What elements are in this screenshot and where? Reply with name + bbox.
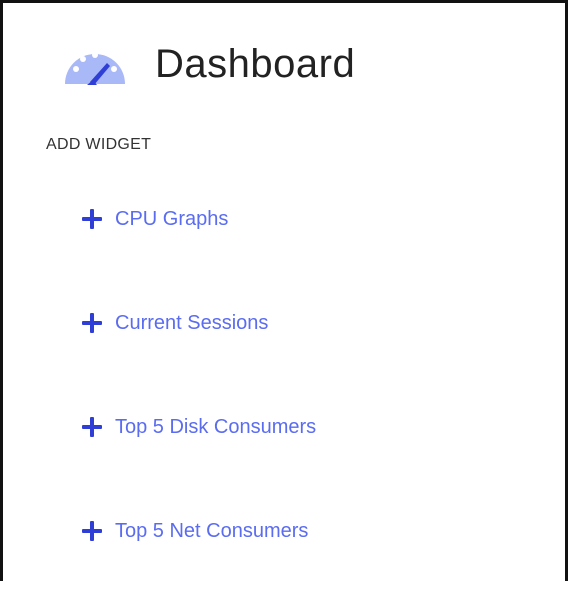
widget-item-label[interactable]: Current Sessions [115, 312, 268, 335]
add-widget-heading: ADD WIDGET [46, 136, 152, 153]
plus-icon [81, 312, 103, 334]
page-title: Dashboard [155, 41, 356, 86]
add-widget-cpu-graphs[interactable]: CPU Graphs [81, 199, 316, 239]
add-widget-top-5-disk-consumers[interactable]: Top 5 Disk Consumers [81, 407, 316, 447]
widget-item-label[interactable]: CPU Graphs [115, 208, 228, 231]
add-widget-top-5-net-consumers[interactable]: Top 5 Net Consumers [81, 511, 316, 551]
widget-item-label[interactable]: Top 5 Net Consumers [115, 520, 308, 543]
dashboard-panel: Dashboard ADD WIDGET CPU Graphs Current … [0, 0, 568, 581]
widget-item-label[interactable]: Top 5 Disk Consumers [115, 416, 316, 439]
add-widget-list: CPU Graphs Current Sessions Top 5 Disk C… [81, 199, 316, 615]
plus-icon [81, 208, 103, 230]
dashboard-header: Dashboard [63, 36, 355, 92]
plus-icon [81, 520, 103, 542]
plus-icon [81, 416, 103, 438]
add-widget-current-sessions[interactable]: Current Sessions [81, 303, 316, 343]
dashboard-gauge-icon [63, 42, 127, 86]
